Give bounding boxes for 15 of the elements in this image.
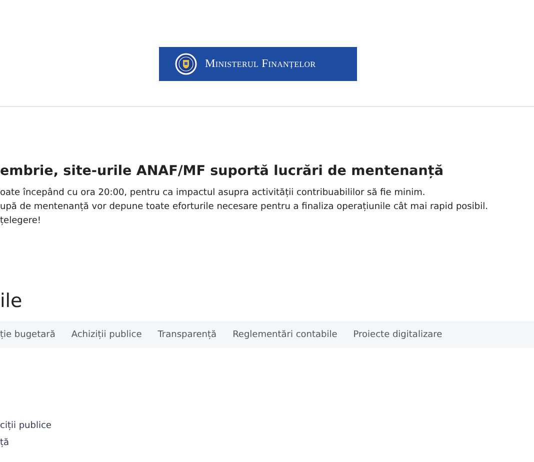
emblem-icon: [175, 53, 197, 75]
nav-link[interactable]: Proiecte digitalizare: [353, 330, 442, 340]
nav-link[interactable]: Transparență: [158, 330, 217, 340]
section-title: ile: [0, 289, 24, 313]
notice-text: upă de mentenanță vor depune toate eforturile necesare pentru a finaliza operațiunile cât mai rapid posibil.: [0, 200, 489, 214]
list-link[interactable]: ță: [0, 436, 534, 450]
logo-text: Ministerul Finanțelor: [205, 58, 316, 70]
nav-link[interactable]: Achiziții publice: [71, 330, 142, 340]
ministry-logo[interactable]: Ministerul Finanțelor: [159, 47, 357, 81]
notice-text: țelegere!: [0, 215, 42, 228]
notice-text: oate începând cu ora 20:00, pentru ca impactul asupra activității contribuabililor să fie minim.: [0, 186, 426, 200]
list-link[interactable]: ciții publice: [0, 419, 534, 433]
nav-link[interactable]: ție bugetară: [0, 330, 56, 340]
nav-link[interactable]: Reglementări contabile: [232, 330, 338, 340]
notice-title: embrie, site-urile ANAF/MF suportă lucrări de mentenanță: [0, 163, 444, 180]
